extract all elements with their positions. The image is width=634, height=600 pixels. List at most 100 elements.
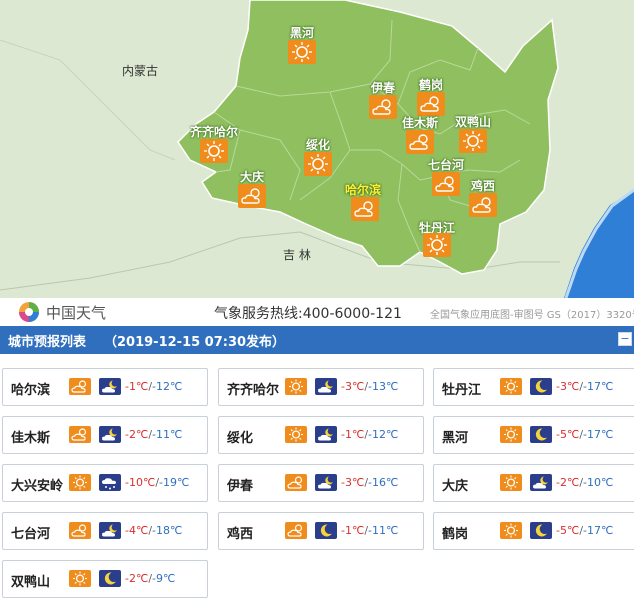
temperature-range: -5℃/-17℃ xyxy=(556,524,613,537)
forecast-card[interactable]: 大兴安岭 -10℃/-19℃ xyxy=(2,464,208,502)
night-partly-cloudy-icon xyxy=(315,474,337,491)
night-partly-cloudy-icon xyxy=(99,378,121,395)
brand-name: 中国天气 xyxy=(46,304,107,322)
sunny-icon[interactable] xyxy=(200,139,228,163)
partly-cloudy-icon[interactable] xyxy=(351,197,379,221)
temperature-range: -1℃/-11℃ xyxy=(341,524,398,537)
sunny-icon xyxy=(500,474,522,491)
forecast-card[interactable]: 黑河 -5℃/-17℃ xyxy=(433,416,634,454)
moon-icon xyxy=(530,378,552,395)
snow-icon xyxy=(99,474,121,491)
sunny-icon[interactable] xyxy=(423,233,451,257)
map-city-label: 大庆 xyxy=(239,170,265,184)
partly-cloudy-icon[interactable] xyxy=(469,193,497,217)
night-partly-cloudy-icon xyxy=(99,426,121,443)
temp-low: -18℃ xyxy=(152,524,183,537)
map-city-label: 齐齐哈尔 xyxy=(189,125,239,139)
temp-high: -3℃ xyxy=(341,476,365,489)
temp-low: -19℃ xyxy=(159,476,190,489)
forecast-card[interactable]: 哈尔滨 -1℃/-12℃ xyxy=(2,368,208,406)
moon-icon xyxy=(315,522,337,539)
temp-high: -2℃ xyxy=(125,428,149,441)
temperature-range: -3℃/-16℃ xyxy=(341,476,398,489)
forecast-card[interactable]: 七台河 -4℃/-18℃ xyxy=(2,512,208,550)
temp-low: -10℃ xyxy=(583,476,614,489)
partly-cloudy-icon xyxy=(69,522,91,539)
temperature-range: -3℃/-17℃ xyxy=(556,380,613,393)
temp-high: -1℃ xyxy=(341,428,365,441)
map-city-label: 鹤岗 xyxy=(418,78,444,92)
map-credit: 全国气象应用底图-审图号 GS（2017）3320号 xyxy=(430,310,634,321)
sunny-icon[interactable] xyxy=(459,129,487,153)
forecast-card[interactable]: 鹤岗 -5℃/-17℃ xyxy=(433,512,634,550)
list-header: 城市预报列表 （2019-12-15 07:30发布） − xyxy=(0,326,634,354)
china-weather-logo-icon xyxy=(16,300,42,328)
map-city-label: 鸡西 xyxy=(470,179,496,193)
temp-low: -17℃ xyxy=(583,380,614,393)
partly-cloudy-icon xyxy=(69,426,91,443)
sunny-icon xyxy=(285,378,307,395)
temp-low: -13℃ xyxy=(368,380,399,393)
partly-cloudy-icon[interactable] xyxy=(238,184,266,208)
forecast-card[interactable]: 双鸭山 -2℃/-9℃ xyxy=(2,560,208,598)
forecast-card[interactable]: 齐齐哈尔 -3℃/-13℃ xyxy=(218,368,424,406)
city-name: 哈尔滨 xyxy=(11,383,51,398)
region-label-jilin: 吉 林 xyxy=(283,248,311,262)
sunny-icon xyxy=(500,522,522,539)
temp-high: -3℃ xyxy=(341,380,365,393)
sunny-icon[interactable] xyxy=(288,40,316,64)
city-name: 鸡西 xyxy=(227,527,254,542)
sunny-icon[interactable] xyxy=(304,152,332,176)
temp-low: -11℃ xyxy=(152,428,183,441)
forecast-card[interactable]: 佳木斯 -2℃/-11℃ xyxy=(2,416,208,454)
city-name: 双鸭山 xyxy=(11,575,51,590)
service-hotline: 气象服务热线:400-6000-121 xyxy=(214,306,402,322)
temp-high: -4℃ xyxy=(125,524,149,537)
map-city-label: 佳木斯 xyxy=(401,116,439,130)
temp-high: -2℃ xyxy=(125,572,149,585)
city-name: 牡丹江 xyxy=(442,383,482,398)
temp-high: -1℃ xyxy=(341,524,365,537)
forecast-card[interactable]: 鸡西 -1℃/-11℃ xyxy=(218,512,424,550)
temperature-range: -2℃/-11℃ xyxy=(125,428,182,441)
temp-high: -3℃ xyxy=(556,380,580,393)
collapse-button[interactable]: − xyxy=(618,332,632,346)
map-city-label-capital: 哈尔滨 xyxy=(344,183,382,197)
map-city-label: 绥化 xyxy=(305,138,331,152)
city-name: 黑河 xyxy=(442,431,469,446)
forecast-map: 内蒙古 吉 林 黑河 伊春 鹤岗 齐齐哈尔 佳木斯 双鸭山 绥化 大庆 七台河 … xyxy=(0,0,634,298)
temperature-range: -1℃/-12℃ xyxy=(341,428,398,441)
forecast-card[interactable]: 绥化 -1℃/-12℃ xyxy=(218,416,424,454)
temperature-range: -1℃/-12℃ xyxy=(125,380,182,393)
temp-low: -9℃ xyxy=(152,572,176,585)
night-partly-cloudy-icon xyxy=(99,522,121,539)
partly-cloudy-icon[interactable] xyxy=(369,95,397,119)
map-city-label: 七台河 xyxy=(427,158,465,172)
temp-low: -12℃ xyxy=(152,380,183,393)
temperature-range: -2℃/-10℃ xyxy=(556,476,613,489)
city-name: 鹤岗 xyxy=(442,527,469,542)
night-partly-cloudy-icon xyxy=(315,426,337,443)
moon-icon xyxy=(530,426,552,443)
temperature-range: -2℃/-9℃ xyxy=(125,572,175,585)
forecast-card[interactable]: 牡丹江 -3℃/-17℃ xyxy=(433,368,634,406)
partly-cloudy-icon[interactable] xyxy=(417,92,445,116)
temp-high: -5℃ xyxy=(556,524,580,537)
temperature-range: -10℃/-19℃ xyxy=(125,476,189,489)
temperature-range: -5℃/-17℃ xyxy=(556,428,613,441)
moon-icon xyxy=(530,522,552,539)
partly-cloudy-icon[interactable] xyxy=(432,172,460,196)
temperature-range: -3℃/-13℃ xyxy=(341,380,398,393)
city-name: 大兴安岭 xyxy=(11,479,64,494)
temp-high: -10℃ xyxy=(125,476,156,489)
temp-low: -17℃ xyxy=(583,524,614,537)
map-city-label: 双鸭山 xyxy=(454,115,492,129)
night-partly-cloudy-icon xyxy=(530,474,552,491)
forecast-card[interactable]: 大庆 -2℃/-10℃ xyxy=(433,464,634,502)
map-city-label: 伊春 xyxy=(370,81,396,95)
partly-cloudy-icon xyxy=(285,522,307,539)
sunny-icon xyxy=(69,570,91,587)
partly-cloudy-icon[interactable] xyxy=(406,130,434,154)
forecast-card[interactable]: 伊春 -3℃/-16℃ xyxy=(218,464,424,502)
city-name: 大庆 xyxy=(442,479,469,494)
